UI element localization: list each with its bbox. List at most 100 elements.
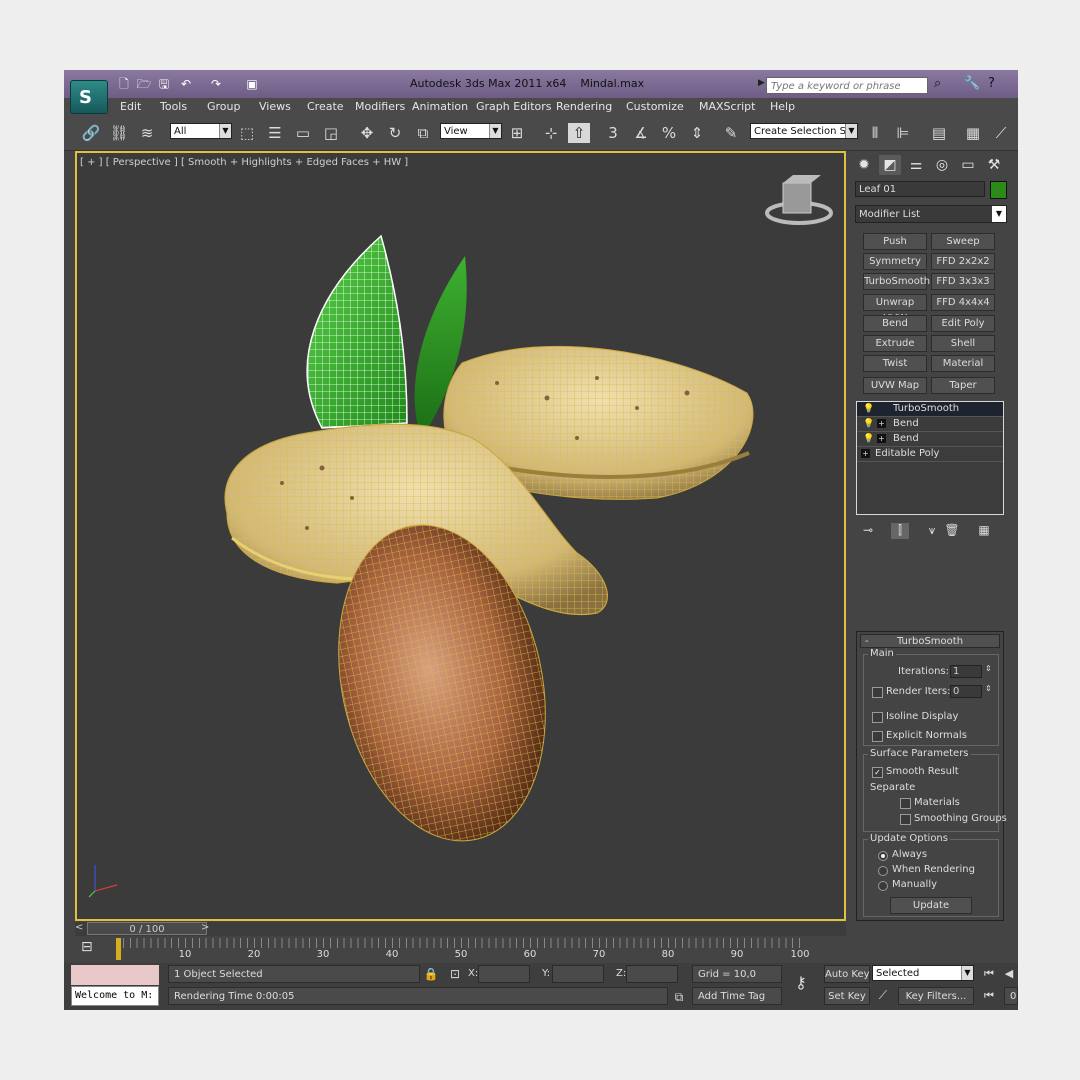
manually-radio[interactable] xyxy=(878,881,888,891)
menu-create[interactable]: Create xyxy=(307,100,344,113)
default-tangent-icon[interactable]: ⟋ xyxy=(872,985,894,1005)
materials-checkbox[interactable] xyxy=(900,798,911,809)
modifier-button-ffd4[interactable]: FFD 4x4x4 xyxy=(931,294,995,311)
isoline-display-checkbox[interactable] xyxy=(872,712,883,723)
modifier-button-bend[interactable]: Bend xyxy=(863,315,927,332)
stack-item-bend-1[interactable]: 💡 + Bend xyxy=(857,417,1003,432)
pin-stack-icon[interactable]: ⊸ xyxy=(859,523,877,539)
curve-editor-icon[interactable]: ⟋ xyxy=(990,123,1012,143)
object-name-field[interactable]: Leaf 01 xyxy=(855,181,985,197)
reference-coord-dropdown[interactable]: View ▼ xyxy=(440,123,502,139)
angle-snap-icon[interactable]: ∡ xyxy=(630,123,652,143)
y-coord-field[interactable] xyxy=(552,965,604,983)
rect-region-icon[interactable]: ▭ xyxy=(292,123,314,143)
manipulate-icon[interactable]: ⊹ xyxy=(540,123,562,143)
object-color-swatch[interactable] xyxy=(990,181,1007,199)
slider-next-icon[interactable]: > xyxy=(201,922,209,933)
time-tag-icon[interactable]: ⧉ xyxy=(668,987,690,1007)
modifier-button-unwrap[interactable]: Unwrap UVW xyxy=(863,294,927,324)
key-filters-button[interactable]: Key Filters... xyxy=(898,987,974,1005)
configure-sets-icon[interactable]: ▦ xyxy=(975,523,993,539)
modifier-button-push[interactable]: Push xyxy=(863,233,927,250)
scale-icon[interactable]: ⧉ xyxy=(412,123,434,143)
redo-icon[interactable]: ↷ xyxy=(208,77,224,91)
menu-edit[interactable]: Edit xyxy=(120,100,141,113)
app-logo-icon[interactable]: S xyxy=(70,80,108,114)
make-unique-icon[interactable]: ⩛ xyxy=(923,523,941,539)
auto-key-button[interactable]: Auto Key xyxy=(824,965,870,983)
time-slider[interactable]: < 0 / 100 > xyxy=(75,922,846,936)
spinner-snap-icon[interactable]: ⇕ xyxy=(686,123,708,143)
modifier-button-edit-poly[interactable]: Edit Poly xyxy=(931,315,995,332)
modifier-button-material[interactable]: Material xyxy=(931,355,995,372)
spinner-arrows-icon[interactable]: ⇕ xyxy=(985,664,992,673)
mirror-icon[interactable]: ⫴ xyxy=(864,123,886,143)
stack-item-editable-poly[interactable]: + Editable Poly xyxy=(857,447,1003,462)
lock-icon[interactable]: 🔒 xyxy=(420,964,442,984)
stack-item-bend-2[interactable]: 💡 + Bend xyxy=(857,432,1003,447)
menu-views[interactable]: Views xyxy=(259,100,291,113)
set-key-button[interactable]: Set Key xyxy=(824,987,870,1005)
menu-rendering[interactable]: Rendering xyxy=(556,100,612,113)
move-icon[interactable]: ✥ xyxy=(356,123,378,143)
named-selection-dropdown[interactable]: Create Selection Se ▼ xyxy=(750,123,858,139)
keyboard-shortcut-icon[interactable]: ⇧ xyxy=(568,123,590,143)
edit-named-sets-icon[interactable]: ✎ xyxy=(720,123,742,143)
selection-filter-dropdown[interactable]: All ▼ xyxy=(170,123,232,139)
lightbulb-icon[interactable]: 💡 xyxy=(863,402,874,416)
smoothing-groups-checkbox[interactable] xyxy=(900,814,911,825)
graphite-icon[interactable]: ▦ xyxy=(962,123,984,143)
rollout-header[interactable]: - TurboSmooth xyxy=(860,634,1000,648)
help-icon[interactable]: ? xyxy=(988,76,995,91)
modifier-list-dropdown[interactable]: Modifier List ▼ xyxy=(855,205,1007,223)
modifier-button-ffd2[interactable]: FFD 2x2x2 xyxy=(931,253,995,270)
search-input[interactable]: Type a keyword or phrase xyxy=(766,77,928,94)
modify-tab-icon[interactable]: ◩ xyxy=(879,155,901,175)
add-time-tag-button[interactable]: Add Time Tag xyxy=(692,987,782,1005)
menu-graph-editors[interactable]: Graph Editors xyxy=(476,100,552,113)
motion-tab-icon[interactable]: ◎ xyxy=(931,155,953,175)
project-folder-icon[interactable]: ▣ xyxy=(244,77,260,91)
select-icon[interactable]: ⬚ xyxy=(236,123,258,143)
key-icon[interactable]: ⚷ xyxy=(790,973,812,993)
expand-icon[interactable]: + xyxy=(861,449,870,458)
maxscript-input[interactable]: Welcome to M: xyxy=(71,986,159,1006)
iterations-spinner[interactable]: 1 xyxy=(950,665,982,678)
menu-customize[interactable]: Customize xyxy=(626,100,684,113)
menu-group[interactable]: Group xyxy=(207,100,241,113)
undo-icon[interactable]: ↶ xyxy=(178,77,194,91)
lightbulb-icon[interactable]: 💡 xyxy=(863,432,874,446)
show-end-result-icon[interactable]: ⫿ xyxy=(891,523,909,539)
hierarchy-tab-icon[interactable]: ⚌ xyxy=(905,155,927,175)
link-icon[interactable]: 🔗 xyxy=(80,123,102,143)
layer-icon[interactable]: ▤ xyxy=(928,123,950,143)
perspective-viewport[interactable]: [ + ] [ Perspective ] [ Smooth + Highlig… xyxy=(75,151,846,921)
mini-curve-editor-icon[interactable]: ⊟ xyxy=(81,939,93,955)
create-tab-icon[interactable]: ✹ xyxy=(853,155,875,175)
when-rendering-radio[interactable] xyxy=(878,866,888,876)
menu-maxscript[interactable]: MAXScript xyxy=(699,100,755,113)
modifier-button-turbosmooth[interactable]: TurboSmooth xyxy=(863,273,930,290)
remove-modifier-icon[interactable]: 🗑 xyxy=(943,523,961,539)
select-by-name-icon[interactable]: ☰ xyxy=(264,123,286,143)
modifier-button-twist[interactable]: Twist xyxy=(863,355,927,372)
modifier-button-sweep[interactable]: Sweep xyxy=(931,233,995,250)
absolute-mode-icon[interactable]: ⊡ xyxy=(444,964,466,984)
z-coord-field[interactable] xyxy=(626,965,678,983)
render-iters-checkbox[interactable] xyxy=(872,687,883,698)
snap-icon[interactable]: 3 xyxy=(602,123,624,143)
stack-item-turbosmooth[interactable]: 💡 TurboSmooth xyxy=(857,402,1003,417)
maxscript-mini-listener[interactable] xyxy=(71,965,159,985)
slider-prev-icon[interactable]: < xyxy=(75,922,83,933)
smooth-result-checkbox[interactable]: ✓ xyxy=(872,767,883,778)
x-coord-field[interactable] xyxy=(478,965,530,983)
modifier-button-symmetry[interactable]: Symmetry xyxy=(863,253,927,270)
align-icon[interactable]: ⊫ xyxy=(892,123,914,143)
modifier-button-taper[interactable]: Taper xyxy=(931,377,995,394)
pivot-icon[interactable]: ⊞ xyxy=(506,123,528,143)
trackbar-current-frame[interactable] xyxy=(116,938,121,960)
expand-icon[interactable]: + xyxy=(877,419,886,428)
explicit-normals-checkbox[interactable] xyxy=(872,731,883,742)
search-expand-icon[interactable]: ▶ xyxy=(758,78,765,88)
lightbulb-icon[interactable]: 💡 xyxy=(863,417,874,431)
